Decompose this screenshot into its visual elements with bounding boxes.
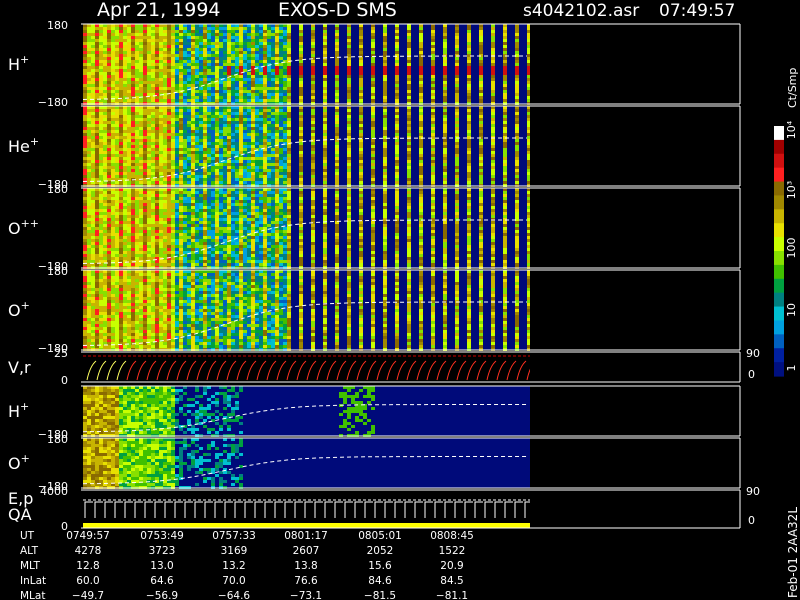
ephemeris-cell: 15.6 xyxy=(368,560,392,572)
ephemeris-cell: 2052 xyxy=(367,545,394,557)
colorbar-swatch xyxy=(774,223,784,238)
colorbar-swatch xyxy=(774,320,784,335)
colorbar-swatch xyxy=(774,195,784,210)
ephemeris-row-label: ALT xyxy=(20,545,39,557)
panel-top-tick: 180 xyxy=(47,265,68,278)
panel-right-bottom-tick: 0 xyxy=(748,368,755,381)
ephemeris-cell: 64.6 xyxy=(150,575,174,587)
panel-h-plus-2: −180H+ xyxy=(8,385,741,441)
colorbar-swatch xyxy=(774,348,784,363)
side-label: Feb-01 2AA32L xyxy=(786,507,800,598)
ephemeris-cell: 3169 xyxy=(221,545,248,557)
panel-right-top-tick: 90 xyxy=(746,347,760,360)
ephemeris-cell: 0757:33 xyxy=(212,530,256,542)
colorbar-swatch xyxy=(774,153,784,169)
panel-label: O+ xyxy=(8,452,30,473)
panel-o-plus: 180−180O+ xyxy=(8,265,741,355)
colorbar-tick: 100 xyxy=(785,238,798,259)
ephemeris-cell: 20.9 xyxy=(440,560,463,572)
colorbar-swatch xyxy=(774,237,784,252)
panel-right-bottom-tick: 0 xyxy=(748,514,755,527)
panel-label: O++ xyxy=(8,217,39,238)
panel-label: V,r xyxy=(8,358,31,377)
colorbar-swatch xyxy=(774,362,784,377)
spectrogram-figure: Apr 21, 1994 EXOS-D SMS s4042102.asr 07:… xyxy=(8,0,800,600)
ephemeris-cell: 1522 xyxy=(439,545,466,557)
ephemeris-row-label: MLat xyxy=(20,590,45,600)
panel-vr: 25 0 90 0 V,r xyxy=(8,347,760,387)
ephemeris-cell: 0805:01 xyxy=(358,530,402,542)
ephemeris-row-label: UT xyxy=(20,530,35,542)
header-file: s4042102.asr xyxy=(523,1,639,21)
ephemeris-cell: 76.6 xyxy=(294,575,318,587)
panel-bottom-tick: −180 xyxy=(38,96,68,109)
header-date: Apr 21, 1994 xyxy=(97,0,221,21)
ephemeris-cell: 2607 xyxy=(293,545,320,557)
panel-h-plus: 180 −180 H+ xyxy=(8,19,741,109)
colorbar-tick: 10⁴ xyxy=(785,120,798,139)
ephemeris-cell: 84.6 xyxy=(368,575,392,587)
ephemeris-cell: 13.0 xyxy=(150,560,173,572)
panel-bottom-tick: 0 xyxy=(61,374,68,387)
ephemeris-cell: 60.0 xyxy=(76,575,99,587)
ephemeris-cell: 0753:49 xyxy=(140,530,184,542)
ephemeris-cell: −56.9 xyxy=(146,590,178,600)
panel-top-tick: 180 xyxy=(47,19,68,32)
panel-label: He+ xyxy=(8,135,39,156)
ephemeris-row-label: MLT xyxy=(20,560,40,572)
colorbar-swatch xyxy=(774,139,784,155)
panel-label: O+ xyxy=(8,299,30,320)
colorbar-swatch xyxy=(774,292,784,308)
ephemeris-cell: 70.0 xyxy=(222,575,245,587)
panel-top-tick: 25 xyxy=(54,347,68,360)
colorbar-swatch xyxy=(774,278,784,294)
ephemeris-cell: 12.8 xyxy=(76,560,99,572)
ephemeris-cell: 13.2 xyxy=(222,560,245,572)
header-instrument: EXOS-D SMS xyxy=(278,0,397,21)
panel-o-plusplus: 180−180O++ xyxy=(8,183,741,273)
panel-label: H+ xyxy=(8,400,29,421)
ephemeris-cell: −81.1 xyxy=(436,590,468,600)
colorbar-tick: 1 xyxy=(785,365,798,372)
colorbar-swatch xyxy=(774,209,784,224)
ephemeris-cell: 0749:57 xyxy=(66,530,110,542)
colorbar-swatch xyxy=(774,306,784,322)
colorbar-tick: 10 xyxy=(785,303,798,317)
panel-label: H+ xyxy=(8,53,29,74)
ephemeris-cell: 84.5 xyxy=(440,575,463,587)
ephemeris-cell: 0801:17 xyxy=(284,530,328,542)
panels-group: 180−180H+−180He+180−180O++180−180O+25090… xyxy=(8,19,760,533)
header-time: 07:49:57 xyxy=(659,1,735,21)
colorbar-unit: Ct/Smp xyxy=(786,68,799,108)
colorbar-swatch xyxy=(774,181,784,197)
colorbar-swatch xyxy=(774,334,784,349)
colorbar-swatch xyxy=(774,126,784,141)
ephemeris-row-label: InLat xyxy=(20,575,46,587)
panel-label-2: QA xyxy=(8,505,32,524)
colorbar-tick: 10³ xyxy=(785,181,798,199)
ephemeris-cell: 0808:45 xyxy=(430,530,474,542)
panel-he-plus: −180He+ xyxy=(8,105,741,191)
ephemeris-cell: −81.5 xyxy=(364,590,396,600)
ephemeris-cell: 3723 xyxy=(149,545,176,557)
ephemeris-cell: −73.1 xyxy=(290,590,322,600)
ephemeris-cell: −64.6 xyxy=(218,590,250,600)
panel-top-tick: 180 xyxy=(47,433,68,446)
colorbar-swatch xyxy=(774,251,784,266)
colorbar: Ct/Smp 10⁴ 10³ 100 10 1 xyxy=(774,68,799,377)
colorbar-swatch xyxy=(774,264,784,280)
panel-o-plus-2: 180−180O+ xyxy=(8,433,741,493)
panel-right-top-tick: 90 xyxy=(746,485,760,498)
ephemeris-cell: 13.8 xyxy=(294,560,317,572)
panel-top-tick: 180 xyxy=(47,183,68,196)
ephemeris-cell: −49.7 xyxy=(72,590,104,600)
colorbar-swatch xyxy=(774,167,784,183)
ephemeris-table: UT 0749:57 0753:49 0757:33 0801:17 0805:01 080… xyxy=(20,530,474,600)
panel-ep-qa: 40000900E,pQA xyxy=(8,485,760,533)
ephemeris-cell: 4278 xyxy=(75,545,102,557)
panel-top-tick: 4000 xyxy=(40,485,68,498)
